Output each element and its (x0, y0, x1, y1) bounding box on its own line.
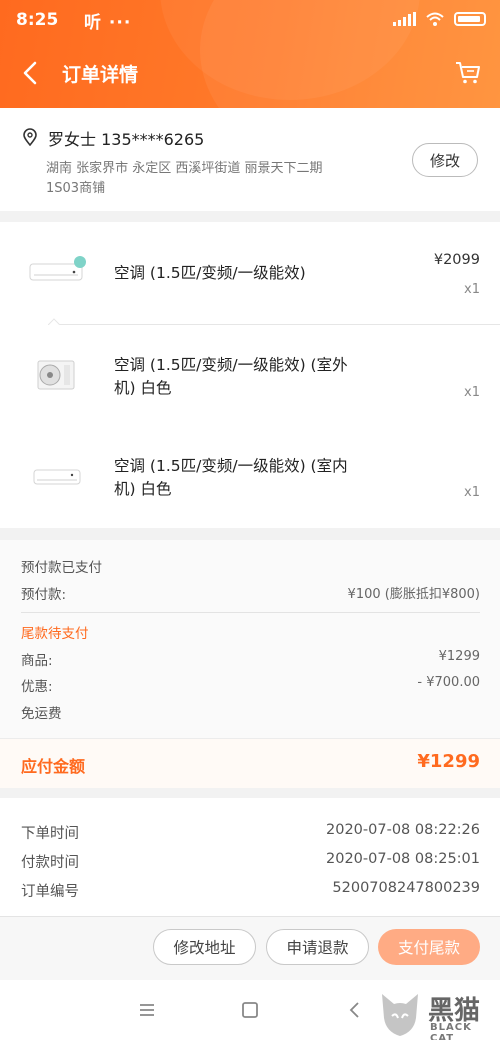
discount-label: 优惠: (21, 679, 53, 695)
payment-time-label: 付款时间 (21, 855, 79, 871)
item-quantity: x1 (464, 385, 480, 400)
item-name-line-1: 空调 (1.5匹/变频/一级能效) (室内 (114, 457, 348, 475)
watermark-subtext: BLACK CAT (430, 1022, 472, 1040)
item-quantity: x1 (464, 282, 480, 297)
item-name-line-2: 机) 白色 (114, 480, 172, 498)
back-arrow-icon[interactable] (18, 60, 44, 86)
cart-icon[interactable] (454, 58, 482, 86)
discount-row: 优惠: - ¥700.00 (21, 675, 480, 695)
back-icon[interactable] (345, 1000, 365, 1020)
order-time-value: 2020-07-08 08:22:26 (326, 822, 480, 838)
balance-status-label: 尾款待支付 (21, 626, 89, 642)
divider (21, 612, 480, 613)
page-title: 订单详情 (62, 64, 139, 86)
deposit-value: ¥100 (膨胀抵扣¥800) (347, 587, 480, 602)
order-info: 下单时间 2020-07-08 08:22:26 付款时间 2020-07-08… (0, 798, 500, 916)
signal-icon (393, 12, 416, 26)
menu-icon[interactable] (137, 1000, 157, 1020)
discount-value: - ¥700.00 (417, 675, 480, 690)
watermark: 黑猫 BLACK CAT (376, 990, 494, 1040)
item-name-line-2: 机) 白色 (114, 379, 172, 397)
item-name-line-1: 空调 (1.5匹/变频/一级能效) (室外 (114, 356, 348, 374)
outdoor-unit-thumbnail (37, 360, 75, 390)
deposit-label: 预付款: (21, 587, 67, 603)
status-bar: 8:25 听 ··· (0, 0, 500, 40)
title-bar: 订单详情 (0, 48, 500, 98)
amount-due-row: 应付金额 ¥1299 (0, 738, 500, 788)
deposit-row: 预付款: ¥100 (膨胀抵扣¥800) (21, 583, 480, 603)
item-name: 空调 (1.5匹/变频/一级能效) (114, 264, 306, 282)
order-number-label: 订单编号 (21, 884, 79, 900)
address-line-2: 1S03商铺 (46, 181, 106, 196)
goods-row: 商品: ¥1299 (21, 649, 480, 669)
change-address-button[interactable]: 修改地址 (153, 929, 256, 965)
indoor-unit-thumbnail (33, 469, 81, 485)
shipping-address-card: 罗女士 135****6265 湖南 张家界市 永定区 西溪坪街道 丽景天下二期… (0, 108, 500, 211)
shipping-row: 免运费 (21, 702, 480, 722)
pay-balance-button[interactable]: 支付尾款 (378, 929, 480, 965)
edit-address-button[interactable]: 修改 (412, 143, 478, 177)
order-number-value[interactable]: 5200708247800239 (332, 880, 480, 896)
deposit-status-label: 预付款已支付 (21, 560, 102, 576)
amount-due-label: 应付金额 (21, 757, 86, 776)
black-cat-logo-icon (382, 994, 418, 1036)
item-price: ¥2099 (433, 252, 480, 268)
amount-due-value: ¥1299 (417, 751, 480, 772)
payment-time-value: 2020-07-08 08:25:01 (326, 851, 480, 867)
status-extra: 听 ··· (84, 13, 132, 33)
divider-notch (48, 318, 60, 330)
status-icons (393, 12, 486, 26)
ac-product-thumbnail (29, 256, 86, 281)
refund-button[interactable]: 申请退款 (266, 929, 369, 965)
order-info-row: 订单编号 5200708247800239 (21, 880, 480, 901)
order-info-row: 付款时间 2020-07-08 08:25:01 (21, 851, 480, 872)
divider (48, 324, 500, 325)
goods-label: 商品: (21, 653, 53, 669)
recipient-name-phone: 罗女士 135****6265 (48, 130, 205, 149)
item-quantity: x1 (464, 485, 480, 500)
order-time-label: 下单时间 (21, 826, 79, 842)
deposit-status: 预付款已支付 (21, 556, 480, 576)
order-info-row: 下单时间 2020-07-08 08:22:26 (21, 822, 480, 843)
address-line-1: 湖南 张家界市 永定区 西溪坪街道 丽景天下二期 (46, 161, 323, 176)
battery-icon (454, 12, 486, 26)
balance-status: 尾款待支付 (21, 622, 480, 642)
shipping-label: 免运费 (21, 706, 62, 722)
app-header: 8:25 听 ··· 订单详情 (0, 0, 500, 108)
order-items: 空调 (1.5匹/变频/一级能效) ¥2099 x1 空调 (1.5匹/变频/一… (0, 222, 500, 528)
wifi-icon (426, 12, 444, 26)
goods-value: ¥1299 (438, 649, 480, 664)
payment-summary: 预付款已支付 预付款: ¥100 (膨胀抵扣¥800) 尾款待支付 商品: ¥1… (0, 540, 500, 788)
location-pin-icon (23, 128, 37, 146)
home-icon[interactable] (240, 1000, 260, 1020)
action-bar: 修改地址 申请退款 支付尾款 (0, 916, 500, 980)
status-time: 8:25 (16, 10, 59, 30)
